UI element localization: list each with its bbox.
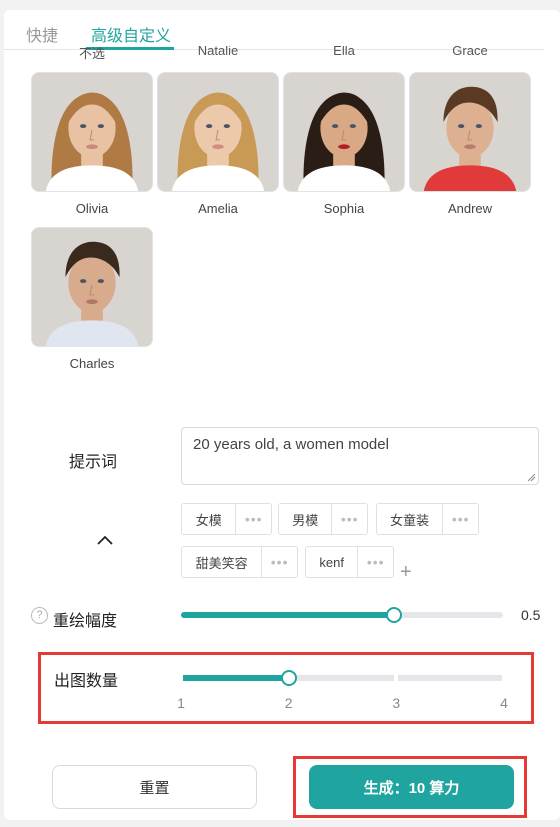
tab-quick[interactable]: 快捷 bbox=[26, 22, 58, 46]
count-slider-segment[interactable] bbox=[290, 675, 395, 681]
model-name: Amelia bbox=[198, 201, 238, 216]
model-card[interactable]: Sophia bbox=[283, 72, 405, 216]
count-tick-label[interactable]: 1 bbox=[171, 695, 191, 711]
more-icon[interactable]: ••• bbox=[442, 504, 478, 534]
redraw-strength-value: 0.5 bbox=[521, 607, 541, 623]
count-tick-label[interactable]: 4 bbox=[494, 695, 514, 711]
tag-chip[interactable]: 甜美笑容 ••• bbox=[181, 546, 298, 578]
model-name-grace: Grace bbox=[452, 46, 488, 58]
count-slider-segment[interactable] bbox=[398, 675, 502, 681]
count-tick-label[interactable]: 3 bbox=[386, 695, 406, 711]
model-card[interactable]: Andrew bbox=[409, 72, 531, 216]
prompt-textarea[interactable]: 20 years old, a women model bbox=[181, 427, 539, 485]
tag-label[interactable]: kenf bbox=[306, 547, 357, 577]
tag-chip[interactable]: 女童装 ••• bbox=[376, 503, 479, 535]
model-name: Charles bbox=[69, 356, 115, 371]
model-card[interactable]: Charles bbox=[31, 227, 153, 371]
model-photo[interactable] bbox=[31, 227, 153, 347]
more-icon[interactable]: ••• bbox=[357, 547, 393, 577]
settings-panel: 快捷 高级自定义 不选 Natalie Ella Grace Olivia Am… bbox=[4, 10, 560, 820]
model-photo[interactable] bbox=[31, 72, 153, 192]
tag-chip[interactable]: 女模 ••• bbox=[181, 503, 272, 535]
slider-handle[interactable] bbox=[280, 670, 297, 686]
tag-label[interactable]: 女模 bbox=[182, 504, 235, 534]
model-name: Andrew bbox=[447, 201, 493, 216]
model-photo[interactable] bbox=[409, 72, 531, 192]
model-photo[interactable] bbox=[157, 72, 279, 192]
slider-fill bbox=[181, 612, 394, 618]
prompt-text: 20 years old, a women model bbox=[193, 436, 389, 453]
more-icon[interactable]: ••• bbox=[331, 504, 367, 534]
tag-chip[interactable]: kenf ••• bbox=[305, 546, 394, 578]
scrolled-model-names: 不选 Natalie Ella Grace bbox=[4, 46, 560, 60]
model-portrait-image bbox=[158, 73, 278, 191]
count-tick-label[interactable]: 2 bbox=[279, 695, 299, 711]
model-name-none: 不选 bbox=[78, 46, 105, 60]
slider-handle[interactable] bbox=[385, 607, 402, 623]
model-portrait-image bbox=[32, 228, 152, 346]
tag-label[interactable]: 男模 bbox=[279, 504, 331, 534]
tag-chip[interactable]: 男模 ••• bbox=[278, 503, 368, 535]
model-card[interactable]: Amelia bbox=[157, 72, 279, 216]
model-portrait-image bbox=[410, 73, 530, 191]
model-name-natalie: Natalie bbox=[197, 46, 239, 58]
help-icon[interactable]: ? bbox=[31, 607, 48, 624]
model-photo[interactable] bbox=[283, 72, 405, 192]
tab-advanced[interactable]: 高级自定义 bbox=[91, 22, 171, 46]
image-count-label: 出图数量 bbox=[54, 673, 119, 690]
reset-button[interactable]: 重置 bbox=[52, 765, 257, 809]
model-name-ella: Ella bbox=[333, 46, 355, 58]
more-icon[interactable]: ••• bbox=[235, 504, 271, 534]
redraw-strength-label: 重绘幅度 bbox=[53, 613, 118, 630]
tab-bar: 快捷 高级自定义 bbox=[4, 10, 544, 50]
tag-label[interactable]: 甜美笑容 bbox=[182, 547, 261, 577]
model-name: Sophia bbox=[323, 201, 365, 216]
model-portrait-image bbox=[284, 73, 404, 191]
model-portrait-image bbox=[32, 73, 152, 191]
chevron-up-icon[interactable] bbox=[96, 534, 114, 546]
model-name: Olivia bbox=[75, 201, 109, 216]
model-card[interactable]: Olivia bbox=[31, 72, 153, 216]
tag-label[interactable]: 女童装 bbox=[377, 504, 442, 534]
count-slider-segment[interactable] bbox=[183, 675, 287, 681]
resize-grip-icon[interactable] bbox=[527, 473, 536, 482]
add-tag-icon[interactable]: + bbox=[400, 561, 412, 584]
generate-button[interactable]: 生成：10 算力 bbox=[309, 765, 514, 809]
redraw-strength-slider[interactable] bbox=[181, 607, 503, 623]
prompt-label: 提示词 bbox=[69, 454, 118, 471]
more-icon[interactable]: ••• bbox=[261, 547, 297, 577]
